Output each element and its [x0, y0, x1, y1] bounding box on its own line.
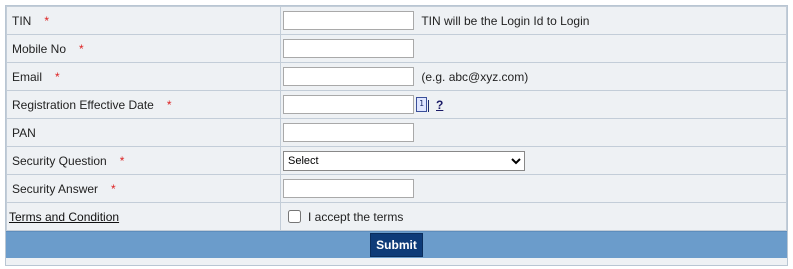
email-required-mark: * [55, 69, 60, 84]
tin-row: TIN * TIN will be the Login Id to Login [6, 6, 787, 35]
pan-label-cell: PAN [6, 118, 281, 147]
security-question-select[interactable]: Select [283, 150, 525, 171]
email-label-cell: Email * [6, 62, 281, 91]
pan-input[interactable] [283, 123, 414, 142]
security-question-label-cell: Security Question * [6, 146, 281, 175]
security-answer-input[interactable] [283, 179, 414, 198]
tin-input[interactable] [283, 11, 414, 30]
email-row: Email * (e.g. abc@xyz.com) [6, 62, 787, 91]
terms-label-cell: Terms and Condition [6, 202, 281, 231]
security-answer-required-mark: * [111, 181, 116, 196]
submit-bar: Submit [6, 231, 787, 258]
mobile-required-mark: * [79, 41, 84, 56]
submit-button[interactable]: Submit [370, 233, 423, 257]
terms-value-cell: I accept the terms [280, 202, 787, 231]
terms-and-condition-link[interactable]: Terms and Condition [9, 210, 119, 224]
registration-date-value-cell: 1? [280, 90, 787, 119]
email-label: Email [12, 69, 43, 84]
accept-terms-label: I accept the terms [308, 209, 404, 224]
registration-date-row: Registration Effective Date * 1? [6, 90, 787, 119]
email-value-cell: (e.g. abc@xyz.com) [280, 62, 787, 91]
security-question-value-cell: Select [280, 146, 787, 175]
mobile-value-cell [280, 34, 787, 63]
registration-date-label: Registration Effective Date [12, 97, 154, 112]
security-question-required-mark: * [119, 153, 125, 168]
security-answer-label-cell: Security Answer * [6, 174, 281, 203]
tin-label: TIN [12, 13, 32, 28]
security-question-label: Security Question [12, 153, 107, 168]
email-input[interactable] [283, 67, 414, 86]
security-answer-value-cell [280, 174, 787, 203]
email-hint: (e.g. abc@xyz.com) [421, 69, 529, 84]
mobile-row: Mobile No * [6, 34, 787, 63]
pan-label: PAN [12, 125, 36, 140]
calendar-icon[interactable]: 1 [416, 97, 429, 112]
security-answer-label: Security Answer [12, 181, 99, 196]
registration-form-table: TIN * TIN will be the Login Id to Login M… [6, 6, 787, 231]
tin-value-cell: TIN will be the Login Id to Login [280, 6, 787, 35]
mobile-label-cell: Mobile No * [6, 34, 281, 63]
registration-form: TIN * TIN will be the Login Id to Login M… [5, 5, 788, 266]
registration-date-required-mark: * [166, 97, 172, 112]
accept-terms-checkbox[interactable] [288, 210, 301, 224]
pan-value-cell [280, 118, 787, 147]
security-question-row: Security Question * Select [6, 146, 787, 175]
pan-row: PAN [6, 118, 787, 147]
tin-label-cell: TIN * [6, 6, 281, 35]
tin-required-mark: * [44, 13, 50, 28]
tin-hint: TIN will be the Login Id to Login [421, 13, 590, 28]
help-icon[interactable]: ? [436, 98, 443, 112]
registration-date-input[interactable] [283, 95, 414, 114]
mobile-input[interactable] [283, 39, 414, 58]
mobile-label: Mobile No [12, 41, 67, 56]
security-answer-row: Security Answer * [6, 174, 787, 203]
terms-row: Terms and Condition I accept the terms [6, 202, 787, 231]
registration-date-label-cell: Registration Effective Date * [6, 90, 281, 119]
